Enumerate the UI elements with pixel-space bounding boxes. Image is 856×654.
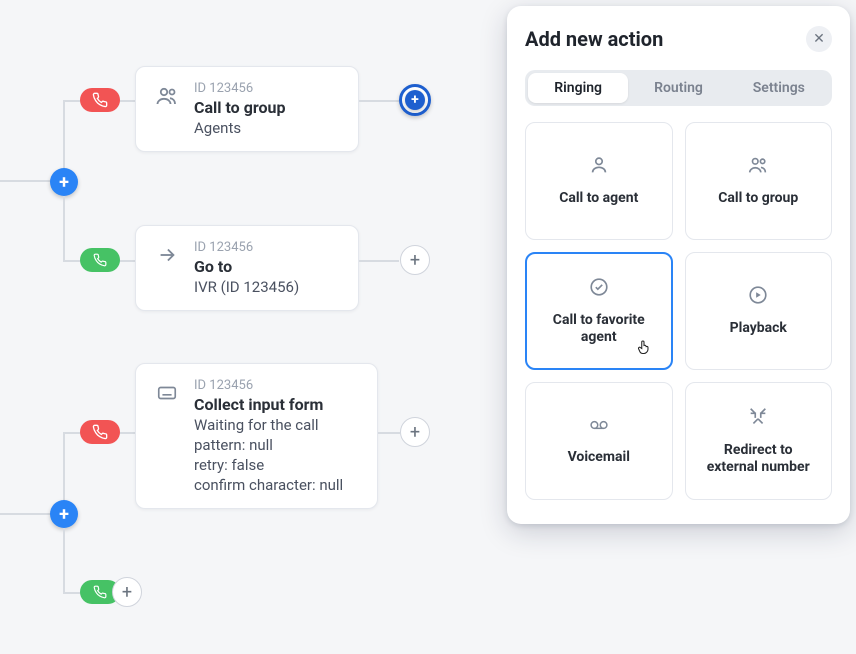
panel-tabs: Ringing Routing Settings: [525, 70, 832, 106]
node-sub: IVR (ID 123456): [194, 278, 299, 296]
node-line: Waiting for the call: [194, 416, 343, 434]
flow-joiner[interactable]: +: [50, 168, 78, 196]
action-voicemail[interactable]: Voicemail: [525, 382, 673, 500]
play-icon: [747, 284, 769, 310]
action-label: Call to agent: [559, 190, 638, 208]
close-button[interactable]: ✕: [806, 26, 832, 52]
action-playback[interactable]: Playback: [685, 252, 833, 370]
group-icon: [746, 154, 770, 180]
flow-node-collect-input[interactable]: ID 123456 Collect input form Waiting for…: [135, 363, 378, 509]
group-icon: [154, 83, 180, 109]
tab-routing[interactable]: Routing: [628, 73, 728, 103]
plus-icon: +: [410, 422, 420, 443]
node-line: pattern: null: [194, 436, 343, 454]
hangup-icon: [80, 420, 120, 444]
plus-icon: +: [122, 582, 132, 603]
panel-title: Add new action: [525, 27, 663, 51]
node-id: ID 123456: [194, 378, 343, 393]
node-line: retry: false: [194, 456, 343, 474]
action-label: Voicemail: [568, 449, 630, 467]
arrow-right-icon: [154, 242, 180, 268]
voicemail-icon: [586, 415, 612, 439]
add-node-button[interactable]: +: [112, 577, 142, 607]
hangup-icon: [80, 88, 120, 112]
plus-icon: +: [410, 250, 420, 271]
action-label: Redirect to external number: [698, 442, 820, 477]
close-icon: ✕: [813, 31, 825, 47]
plus-icon: +: [405, 90, 425, 110]
add-node-button-primary[interactable]: +: [399, 84, 431, 116]
node-line: confirm character: null: [194, 476, 343, 494]
action-label: Playback: [730, 320, 787, 338]
keyboard-icon: [154, 380, 180, 406]
favorite-check-icon: [588, 276, 610, 302]
call-icon: [80, 248, 120, 272]
cursor-hand-icon: [635, 338, 653, 360]
agent-icon: [588, 154, 610, 180]
tab-settings[interactable]: Settings: [729, 73, 829, 103]
add-node-button[interactable]: +: [400, 417, 430, 447]
flow-joiner[interactable]: +: [50, 500, 78, 528]
tab-ringing[interactable]: Ringing: [528, 73, 628, 103]
flow-node-go-to[interactable]: ID 123456 Go to IVR (ID 123456): [135, 225, 359, 311]
node-title: Collect input form: [194, 395, 343, 414]
action-grid: Call to agent Call to group Call to favo…: [525, 122, 832, 500]
node-sub: Agents: [194, 119, 285, 137]
node-id: ID 123456: [194, 81, 285, 96]
action-redirect-external[interactable]: Redirect to external number: [685, 382, 833, 500]
node-id: ID 123456: [194, 240, 299, 255]
add-action-panel: Add new action ✕ Ringing Routing Setting…: [507, 6, 850, 524]
action-label: Call to group: [718, 190, 798, 208]
flow-node-call-to-group[interactable]: ID 123456 Call to group Agents: [135, 66, 359, 152]
add-node-button[interactable]: +: [400, 245, 430, 275]
action-call-to-agent[interactable]: Call to agent: [525, 122, 673, 240]
node-title: Call to group: [194, 98, 285, 117]
redirect-icon: [747, 406, 769, 432]
node-title: Go to: [194, 257, 299, 276]
action-call-to-favorite-agent[interactable]: Call to favorite agent: [525, 252, 673, 370]
action-call-to-group[interactable]: Call to group: [685, 122, 833, 240]
